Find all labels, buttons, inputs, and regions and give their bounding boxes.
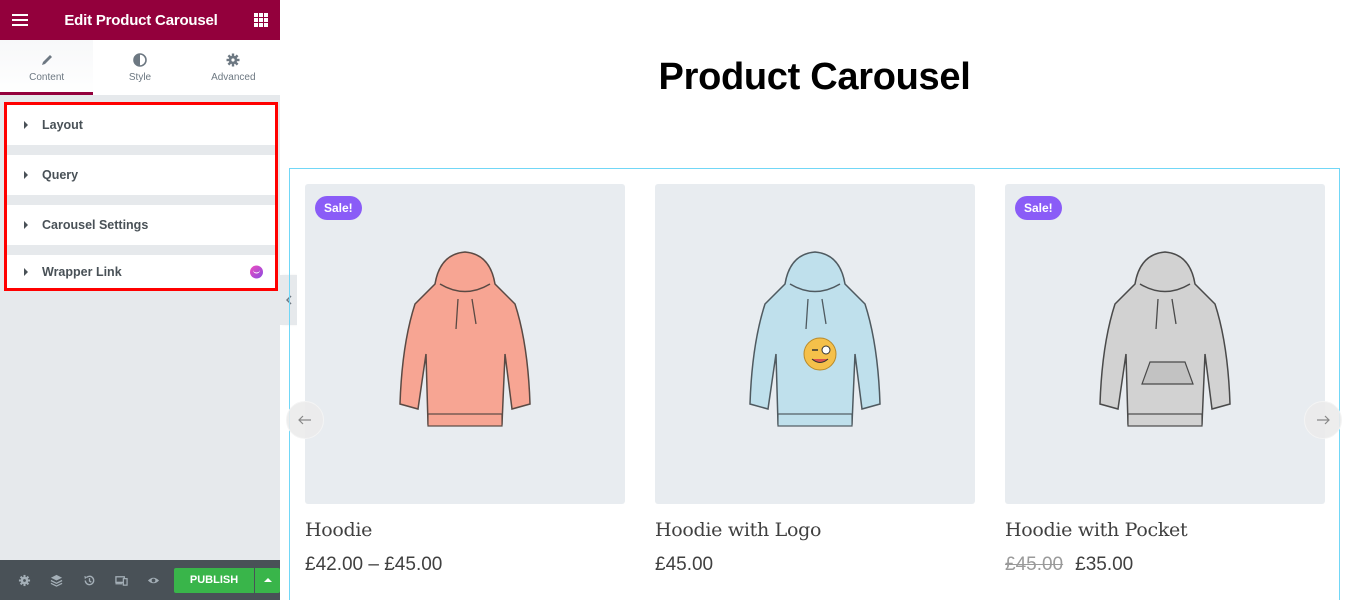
tab-style[interactable]: Style [93,40,186,95]
page-title: Product Carousel [658,56,971,98]
publish-button[interactable]: PUBLISH [174,567,255,593]
half-circle-icon [133,52,147,67]
product-price: £42.00 – £45.00 [305,554,625,576]
caret-right-icon [24,221,28,229]
arrow-right-icon [1317,415,1330,425]
publish-group: PUBLISH [174,567,281,593]
product-name[interactable]: Hoodie with Pocket [1005,519,1325,541]
editor-panel: Edit Product Carousel Content Style Adva… [0,0,281,600]
carousel-next-button[interactable] [1304,401,1342,439]
product-carousel: Sale! Hoodie £42.00 – £45.00 Hoodie with… [286,168,1342,600]
section-query-label: Query [42,168,79,182]
section-layout-label: Layout [42,118,83,132]
publish-options-button[interactable] [255,567,281,593]
section-carousel-settings[interactable]: Carousel Settings [7,205,275,245]
section-wrapper-link-label: Wrapper Link [42,264,122,279]
product-name[interactable]: Hoodie with Logo [655,519,975,541]
regular-price: £45.00 [1005,554,1064,575]
responsive-mode-icon [115,575,128,586]
hoodie-image-icon [399,251,531,427]
section-wrapper-link[interactable]: Wrapper Link [7,255,275,288]
current-price: £42.00 – £45.00 [305,554,443,575]
current-price: £45.00 [655,554,714,575]
widgets-grid-icon[interactable] [253,13,268,27]
gear-icon [226,53,240,66]
history-icon [83,575,94,585]
settings-button[interactable] [8,574,40,587]
product-card: Sale! Hoodie £42.00 – £45.00 [305,184,625,576]
preview-eye-icon [148,577,160,583]
carousel-prev-button[interactable] [286,401,324,439]
settings-icon [18,574,30,586]
product-price: £45.00 £35.00 [1005,554,1325,576]
sale-badge: Sale! [1015,196,1062,220]
tab-content-label: Content [29,71,65,83]
hoodie-with-pocket-image-icon [1099,251,1231,427]
sale-price: £35.00 [1075,554,1134,575]
tab-advanced-label: Advanced [211,71,256,83]
hoodie-with-logo-image-icon [749,251,881,427]
tab-style-label: Style [128,71,152,83]
tab-advanced[interactable]: Advanced [187,40,280,95]
product-price: £45.00 [655,554,975,576]
caret-right-icon [24,171,28,179]
sale-badge: Sale! [315,196,362,220]
pro-badge-icon [250,265,263,278]
tab-content[interactable]: Content [0,40,94,95]
arrow-left-icon [298,415,311,425]
controls-sections: Layout Query Carousel Settings Wrapper L… [4,102,278,291]
section-carousel-settings-label: Carousel Settings [42,218,149,232]
product-card: Hoodie with Logo £45.00 [655,184,975,576]
product-name[interactable]: Hoodie [305,519,625,541]
pencil-icon [41,54,52,65]
caret-up-icon [263,578,272,582]
product-image[interactable]: Sale! [1005,184,1325,504]
product-card: Sale! Hoodie with Pocket £45.00 £35.00 [1005,184,1325,576]
responsive-mode-button[interactable] [105,574,137,587]
preview-button[interactable] [138,574,170,587]
panel-header: Edit Product Carousel [0,0,280,40]
navigator-layers-icon [50,574,63,587]
history-button[interactable] [73,574,105,587]
hamburger-menu-icon[interactable] [12,14,28,26]
section-layout[interactable]: Layout [7,105,275,145]
panel-footer: PUBLISH [0,560,281,600]
panel-tabs: Content Style Advanced [0,40,280,95]
section-query[interactable]: Query [7,155,275,195]
panel-title: Edit Product Carousel [64,11,218,29]
caret-right-icon [24,121,28,129]
product-image[interactable]: Sale! [305,184,625,504]
product-image[interactable] [655,184,975,504]
caret-right-icon [24,267,28,276]
navigator-button[interactable] [40,574,72,587]
